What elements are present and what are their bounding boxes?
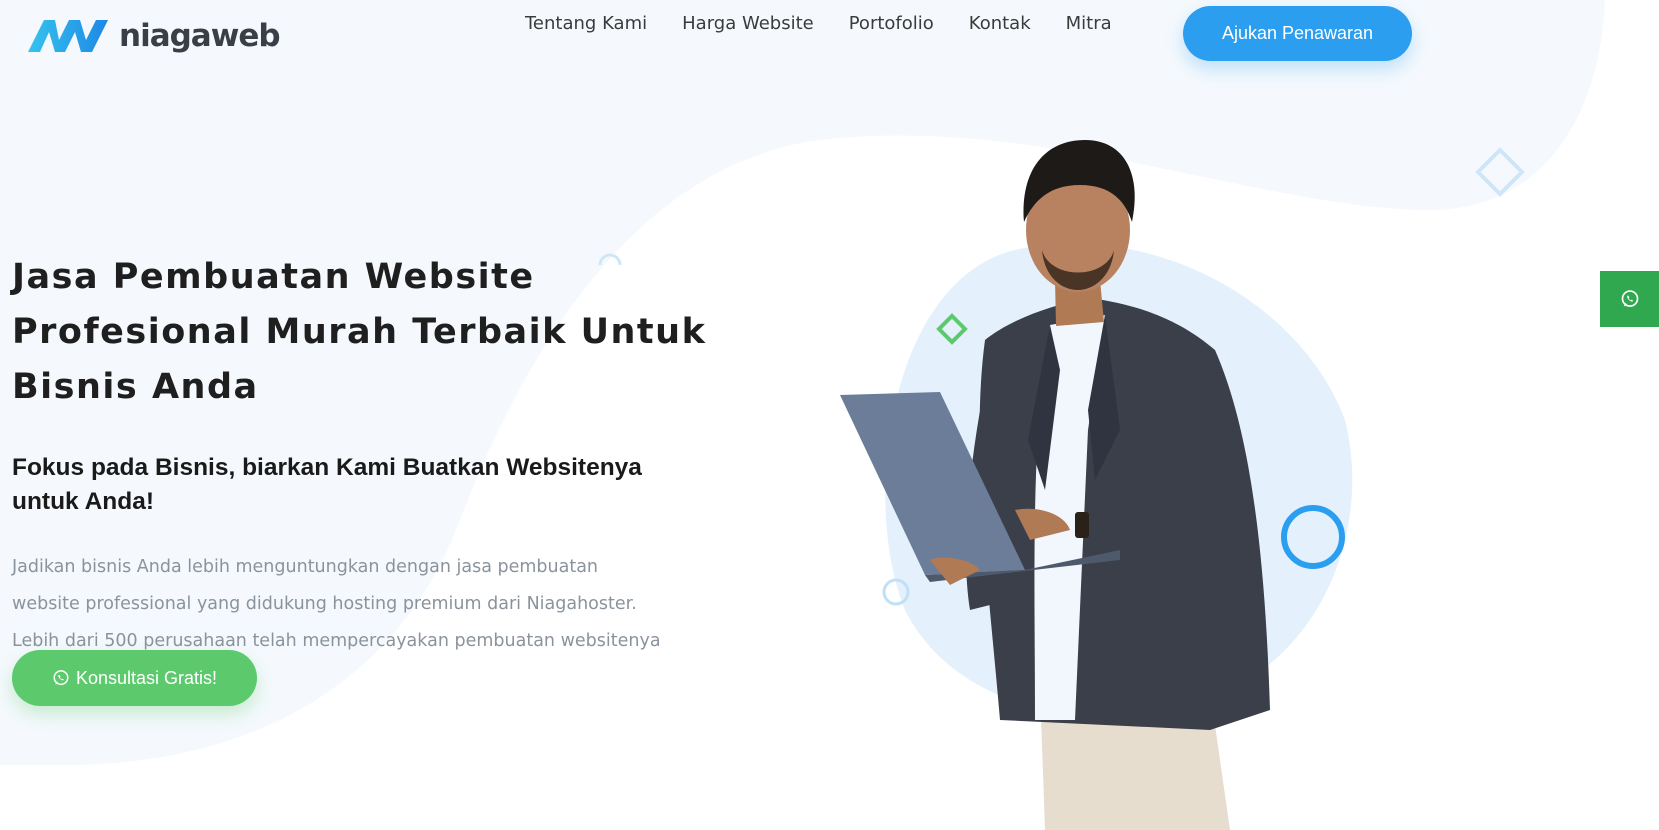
nav-item-portofolio[interactable]: Portofolio <box>849 13 934 34</box>
brand-name: niagaweb <box>119 17 281 54</box>
whatsapp-floating-button[interactable] <box>1600 271 1659 327</box>
hero-section: Jasa Pembuatan Website Profesional Murah… <box>12 250 712 697</box>
nav-item-kontak[interactable]: Kontak <box>969 13 1031 34</box>
hero-title: Jasa Pembuatan Website Profesional Murah… <box>12 257 707 407</box>
brand-logo[interactable]: niagaweb <box>28 17 281 54</box>
person-with-laptop-image <box>840 140 1270 830</box>
site-header: niagaweb Tentang Kami Harga Website Port… <box>0 0 1659 70</box>
whatsapp-icon <box>53 670 69 686</box>
nav-item-tentang-kami[interactable]: Tentang Kami <box>525 13 647 34</box>
free-consultation-button[interactable]: Konsultasi Gratis! <box>12 650 257 706</box>
hero-subtitle: Fokus pada Bisnis, biarkan Kami Buatkan … <box>12 454 642 515</box>
request-offer-button[interactable]: Ajukan Penawaran <box>1183 6 1412 61</box>
nav-item-harga-website[interactable]: Harga Website <box>682 13 814 34</box>
whatsapp-icon <box>1621 290 1638 307</box>
nav-item-mitra[interactable]: Mitra <box>1066 13 1112 34</box>
niagaweb-logo-mark-icon <box>28 20 108 52</box>
free-consultation-label: Konsultasi Gratis! <box>75 667 218 688</box>
main-nav: Tentang Kami Harga Website Portofolio Ko… <box>525 13 1112 34</box>
